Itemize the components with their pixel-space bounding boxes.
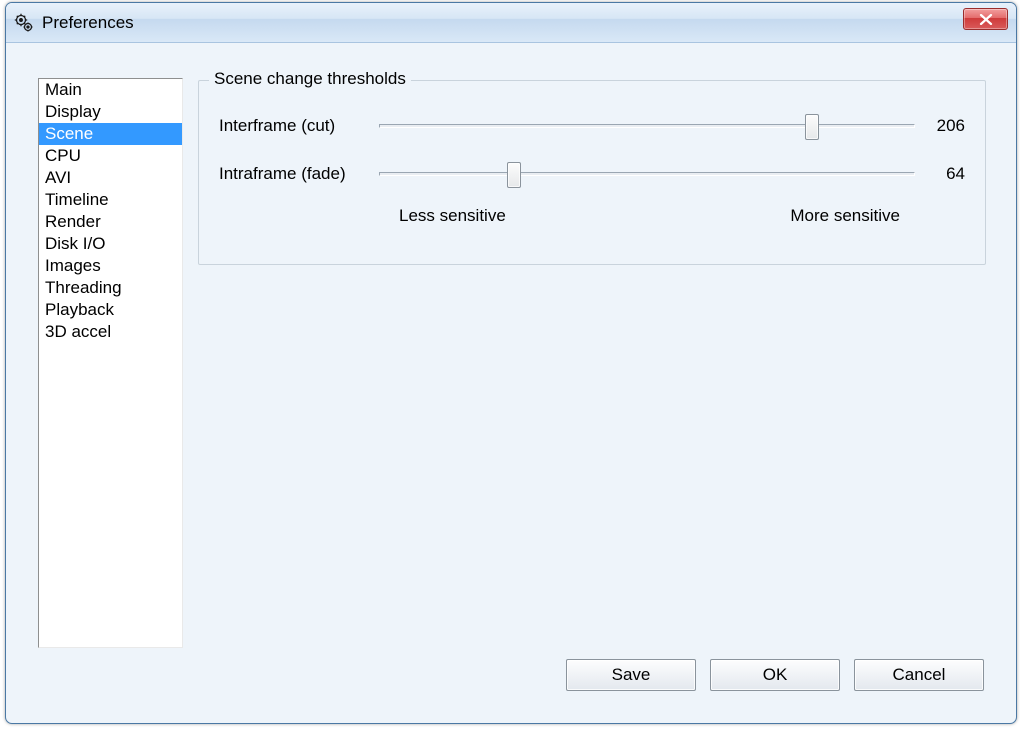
sidebar-item-cpu[interactable]: CPU — [39, 145, 182, 167]
slider-track — [379, 124, 915, 128]
category-list[interactable]: MainDisplaySceneCPUAVITimelineRenderDisk… — [38, 78, 183, 648]
client-area: MainDisplaySceneCPUAVITimelineRenderDisk… — [16, 50, 1006, 713]
sidebar-item-display[interactable]: Display — [39, 101, 182, 123]
ok-button[interactable]: OK — [710, 659, 840, 691]
more-sensitive-label: More sensitive — [790, 206, 900, 226]
close-icon — [979, 14, 993, 25]
preferences-window: Preferences MainDisplaySceneCPUAVITimeli… — [5, 2, 1017, 724]
cancel-button[interactable]: Cancel — [854, 659, 984, 691]
less-sensitive-label: Less sensitive — [399, 206, 506, 226]
interframe-row: Interframe (cut) 206 — [219, 111, 965, 141]
slider-track — [379, 172, 915, 176]
slider-thumb[interactable] — [507, 162, 521, 188]
app-gear-icon — [14, 13, 34, 33]
sidebar-item-scene[interactable]: Scene — [39, 123, 182, 145]
intraframe-value: 64 — [915, 164, 965, 184]
window-title: Preferences — [42, 13, 134, 33]
sidebar-item-3d-accel[interactable]: 3D accel — [39, 321, 182, 343]
group-title: Scene change thresholds — [209, 69, 411, 89]
sidebar-item-playback[interactable]: Playback — [39, 299, 182, 321]
sidebar-item-disk-i-o[interactable]: Disk I/O — [39, 233, 182, 255]
dialog-buttons: Save OK Cancel — [566, 659, 984, 691]
intraframe-slider[interactable] — [379, 161, 915, 187]
sidebar-item-images[interactable]: Images — [39, 255, 182, 277]
sidebar-item-main[interactable]: Main — [39, 79, 182, 101]
sidebar-item-timeline[interactable]: Timeline — [39, 189, 182, 211]
sidebar-item-avi[interactable]: AVI — [39, 167, 182, 189]
sidebar-item-threading[interactable]: Threading — [39, 277, 182, 299]
scene-thresholds-group: Scene change thresholds Interframe (cut)… — [198, 80, 986, 265]
interframe-value: 206 — [915, 116, 965, 136]
save-button[interactable]: Save — [566, 659, 696, 691]
sensitivity-labels: Less sensitive More sensitive — [219, 201, 965, 231]
intraframe-label: Intraframe (fade) — [219, 164, 379, 184]
titlebar: Preferences — [6, 3, 1016, 43]
interframe-label: Interframe (cut) — [219, 116, 379, 136]
interframe-slider[interactable] — [379, 113, 915, 139]
intraframe-row: Intraframe (fade) 64 — [219, 159, 965, 189]
slider-thumb[interactable] — [805, 114, 819, 140]
close-button[interactable] — [963, 8, 1008, 30]
sidebar-item-render[interactable]: Render — [39, 211, 182, 233]
